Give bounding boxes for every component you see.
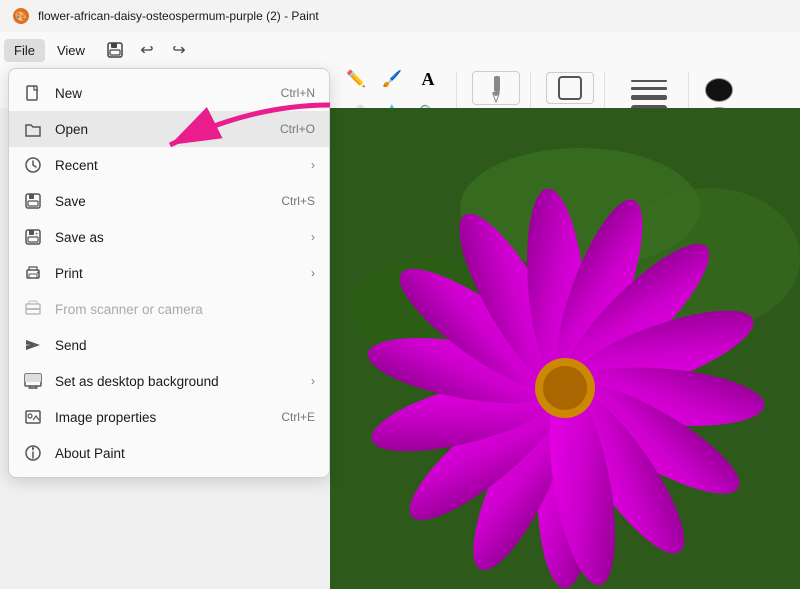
open-icon bbox=[23, 119, 43, 139]
recent-label: Recent bbox=[55, 158, 299, 173]
text-tool[interactable]: A bbox=[412, 63, 444, 95]
toolbar: ↩ ↪ bbox=[101, 36, 193, 64]
desktop-bg-label: Set as desktop background bbox=[55, 374, 299, 389]
redo-button[interactable]: ↪ bbox=[165, 36, 193, 64]
about-icon bbox=[23, 443, 43, 463]
scanner-label: From scanner or camera bbox=[55, 302, 315, 317]
scanner-icon bbox=[23, 299, 43, 319]
file-dropdown-menu: New Ctrl+N Open Ctrl+O Recent › Save Ctr… bbox=[8, 68, 330, 478]
save-as-arrow: › bbox=[311, 230, 315, 244]
menu-view[interactable]: View bbox=[47, 39, 95, 62]
paint-tool[interactable]: 🖌️ bbox=[376, 63, 408, 95]
menu-desktop-bg[interactable]: Set as desktop background › bbox=[9, 363, 329, 399]
about-label: About Paint bbox=[55, 446, 315, 461]
menu-print[interactable]: Print › bbox=[9, 255, 329, 291]
menu-new[interactable]: New Ctrl+N bbox=[9, 75, 329, 111]
menu-scanner: From scanner or camera bbox=[9, 291, 329, 327]
print-icon bbox=[23, 263, 43, 283]
pencil-tool[interactable]: ✏️ bbox=[340, 63, 372, 95]
save-icon bbox=[23, 191, 43, 211]
save-button[interactable] bbox=[101, 36, 129, 64]
menu-image-props[interactable]: Image properties Ctrl+E bbox=[9, 399, 329, 435]
flower-svg bbox=[330, 108, 800, 589]
image-props-icon bbox=[23, 407, 43, 427]
window-title: flower-african-daisy-osteospermum-purple… bbox=[38, 9, 319, 23]
menu-open[interactable]: Open Ctrl+O bbox=[9, 111, 329, 147]
title-bar: 🎨 flower-african-daisy-osteospermum-purp… bbox=[0, 0, 800, 32]
menu-recent[interactable]: Recent › bbox=[9, 147, 329, 183]
undo-button[interactable]: ↩ bbox=[133, 36, 161, 64]
shape-preview bbox=[555, 73, 585, 103]
save-as-label: Save as bbox=[55, 230, 299, 245]
desktop-bg-arrow: › bbox=[311, 374, 315, 388]
menu-save[interactable]: Save Ctrl+S bbox=[9, 183, 329, 219]
save-label: Save bbox=[55, 194, 269, 209]
menu-save-as[interactable]: + Save as › bbox=[9, 219, 329, 255]
menu-file[interactable]: File bbox=[4, 39, 45, 62]
new-label: New bbox=[55, 86, 269, 101]
save-shortcut: Ctrl+S bbox=[281, 194, 315, 208]
open-shortcut: Ctrl+O bbox=[280, 122, 315, 136]
svg-text:+: + bbox=[35, 232, 39, 238]
recent-icon bbox=[23, 155, 43, 175]
save-icon bbox=[106, 41, 124, 59]
new-icon bbox=[23, 83, 43, 103]
open-label: Open bbox=[55, 122, 268, 137]
send-icon bbox=[23, 335, 43, 355]
new-shortcut: Ctrl+N bbox=[281, 86, 315, 100]
menu-about[interactable]: About Paint bbox=[9, 435, 329, 471]
brush-preview bbox=[480, 72, 512, 104]
app-icon: 🎨 bbox=[12, 7, 30, 25]
recent-arrow: › bbox=[311, 158, 315, 172]
save-as-icon: + bbox=[23, 227, 43, 247]
canvas-image[interactable] bbox=[330, 108, 800, 589]
image-props-label: Image properties bbox=[55, 410, 269, 425]
image-props-shortcut: Ctrl+E bbox=[281, 410, 315, 424]
primary-color[interactable] bbox=[705, 78, 733, 102]
print-arrow: › bbox=[311, 266, 315, 280]
desktop-bg-icon bbox=[23, 371, 43, 391]
svg-text:🎨: 🎨 bbox=[15, 10, 27, 23]
print-label: Print bbox=[55, 266, 299, 281]
menu-send[interactable]: Send bbox=[9, 327, 329, 363]
send-label: Send bbox=[55, 338, 315, 353]
